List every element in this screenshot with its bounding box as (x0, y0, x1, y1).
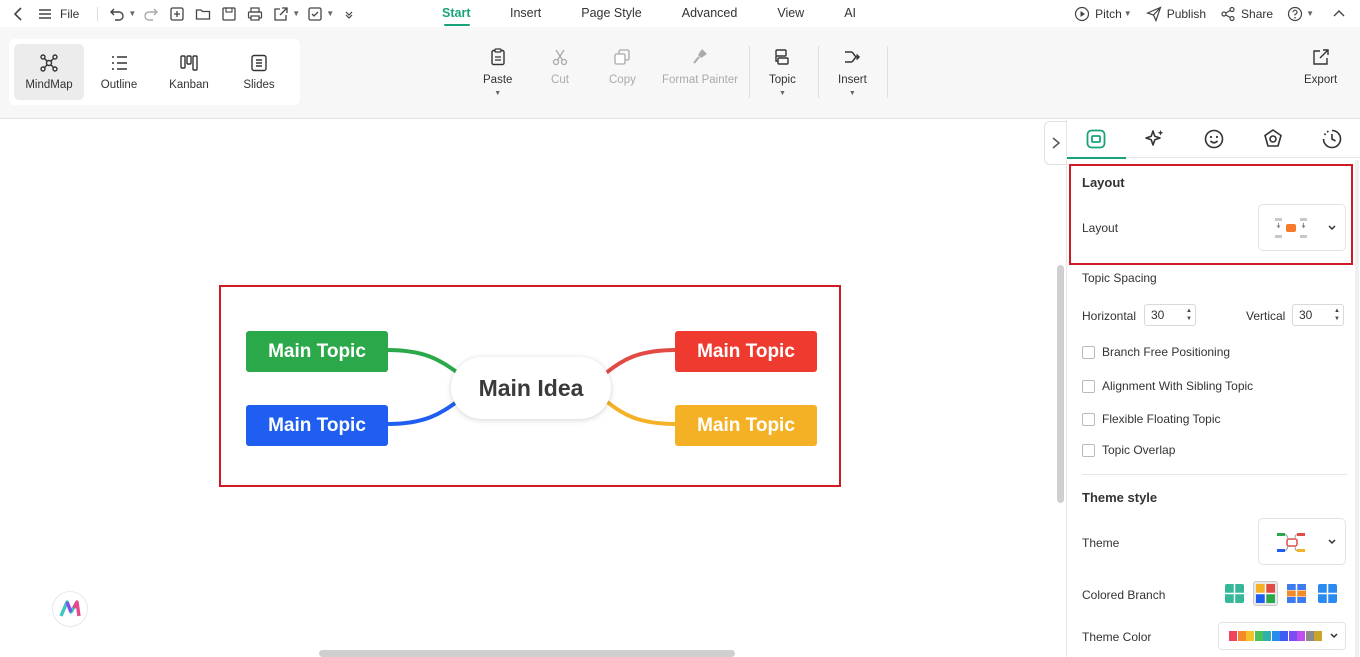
send-icon (1145, 5, 1162, 22)
checkbox-topic-overlap[interactable]: Topic Overlap (1082, 443, 1175, 457)
theme-label: Theme (1082, 536, 1120, 550)
tab-icons[interactable] (1185, 120, 1244, 158)
grid-swatch-icon (1256, 584, 1275, 603)
vertical-value: 30 (1299, 308, 1313, 322)
collapse-ribbon-icon[interactable] (1328, 3, 1350, 25)
vertical-spacing-input[interactable]: 30 ▲ ▼ (1292, 304, 1344, 326)
canvas-vertical-scrollbar[interactable] (1057, 265, 1064, 503)
stepper-arrows-icon[interactable]: ▲ ▼ (1186, 307, 1192, 323)
checkbox-alignment-sibling[interactable]: Alignment With Sibling Topic (1082, 379, 1253, 393)
chevron-down-icon (1329, 633, 1338, 639)
theme-style-title: Theme style (1082, 490, 1158, 505)
color-swatch (1297, 631, 1305, 641)
horizontal-label: Horizontal (1082, 309, 1137, 323)
properties-panel: Layout Layout Topic Spacing Horizontal 3… (1066, 120, 1360, 657)
checkbox-label: Alignment With Sibling Topic (1102, 379, 1254, 393)
play-icon (1074, 6, 1090, 21)
horizontal-spacing-input[interactable]: 30 ▲ ▼ (1144, 304, 1196, 326)
branch-option[interactable] (1222, 581, 1247, 606)
tab-ai-sparkle[interactable] (1126, 120, 1185, 158)
vertical-label: Vertical (1246, 309, 1286, 323)
checkbox-label: Topic Overlap (1102, 443, 1176, 457)
checkbox[interactable] (1082, 379, 1095, 393)
color-swatch (1229, 631, 1237, 641)
checkbox-branch-free-positioning[interactable]: Branch Free Positioning (1082, 345, 1230, 359)
tab-style[interactable] (1067, 120, 1126, 159)
checkbox-flexible-floating[interactable]: Flexible Floating Topic (1082, 412, 1221, 426)
share-label: Share (1241, 6, 1274, 21)
color-swatch (1288, 631, 1297, 641)
style-icon (1086, 129, 1106, 149)
share-icon (1221, 6, 1235, 21)
topic-spacing-label: Topic Spacing (1082, 271, 1157, 285)
grid-swatch-icon (1318, 584, 1337, 603)
help-icon (1287, 6, 1303, 21)
top-right-actions: Pitch ▼ Publish Share ▼ (1074, 0, 1350, 27)
smiley-icon (1204, 129, 1224, 149)
export-button[interactable]: Export (1304, 47, 1337, 86)
export-label: Export (1304, 74, 1338, 86)
color-swatch (1246, 631, 1254, 641)
tab-history[interactable] (1302, 120, 1360, 158)
theme-badge-icon (1263, 129, 1282, 147)
checkbox[interactable] (1082, 412, 1095, 426)
color-swatch (1271, 631, 1280, 641)
sparkle-icon (1145, 130, 1164, 146)
checkbox-label: Flexible Floating Topic (1102, 412, 1221, 426)
grid-swatch-icon (1225, 584, 1244, 603)
colored-branch-label: Colored Branch (1082, 588, 1166, 602)
stepper-arrows-icon[interactable]: ▲ ▼ (1334, 307, 1340, 323)
color-swatch (1263, 631, 1271, 641)
branch-option[interactable] (1284, 581, 1309, 606)
share-button[interactable]: Share (1220, 6, 1273, 22)
export-icon (1312, 49, 1329, 65)
chevron-down-icon: ▼ (1123, 9, 1132, 18)
publish-button[interactable]: Publish (1145, 5, 1207, 22)
colored-branch-options (1222, 581, 1340, 606)
chevron-down-icon (1328, 538, 1336, 544)
chevron-right-icon (1052, 137, 1060, 149)
tab-theme[interactable] (1243, 120, 1302, 158)
highlight-box (1069, 164, 1353, 265)
checkbox-label: Branch Free Positioning (1102, 345, 1231, 359)
color-swatch (1254, 631, 1263, 641)
theme-color-dropdown[interactable] (1218, 622, 1346, 650)
panel-scrollbar[interactable] (1355, 160, 1359, 657)
help-button[interactable]: ▼ (1287, 6, 1314, 22)
color-swatch (1314, 631, 1322, 641)
history-icon (1322, 129, 1341, 149)
color-palette (1229, 631, 1323, 641)
color-swatch (1237, 631, 1246, 641)
color-swatch (1280, 631, 1288, 641)
highlight-box (219, 285, 841, 487)
theme-color-label: Theme Color (1082, 630, 1152, 644)
color-swatch (1305, 631, 1314, 641)
panel-tabs (1067, 120, 1360, 159)
logo-icon (59, 600, 81, 617)
theme-dropdown[interactable] (1258, 518, 1346, 565)
panel-collapse-button[interactable] (1044, 121, 1066, 165)
canvas-horizontal-scrollbar[interactable] (319, 650, 735, 657)
grid-swatch-icon (1287, 584, 1306, 603)
horizontal-value: 30 (1151, 308, 1165, 322)
theme-preview-icon (1277, 532, 1305, 552)
pitch-label: Pitch (1095, 6, 1122, 21)
branch-option-selected[interactable] (1253, 581, 1278, 606)
pitch-button[interactable]: Pitch ▼ (1074, 6, 1132, 22)
checkbox[interactable] (1082, 443, 1095, 457)
app-logo[interactable] (52, 591, 88, 627)
branch-option[interactable] (1315, 581, 1340, 606)
checkbox[interactable] (1082, 345, 1095, 359)
publish-label: Publish (1166, 6, 1207, 21)
divider (1082, 474, 1347, 475)
chevron-down-icon: ▼ (1306, 9, 1314, 18)
